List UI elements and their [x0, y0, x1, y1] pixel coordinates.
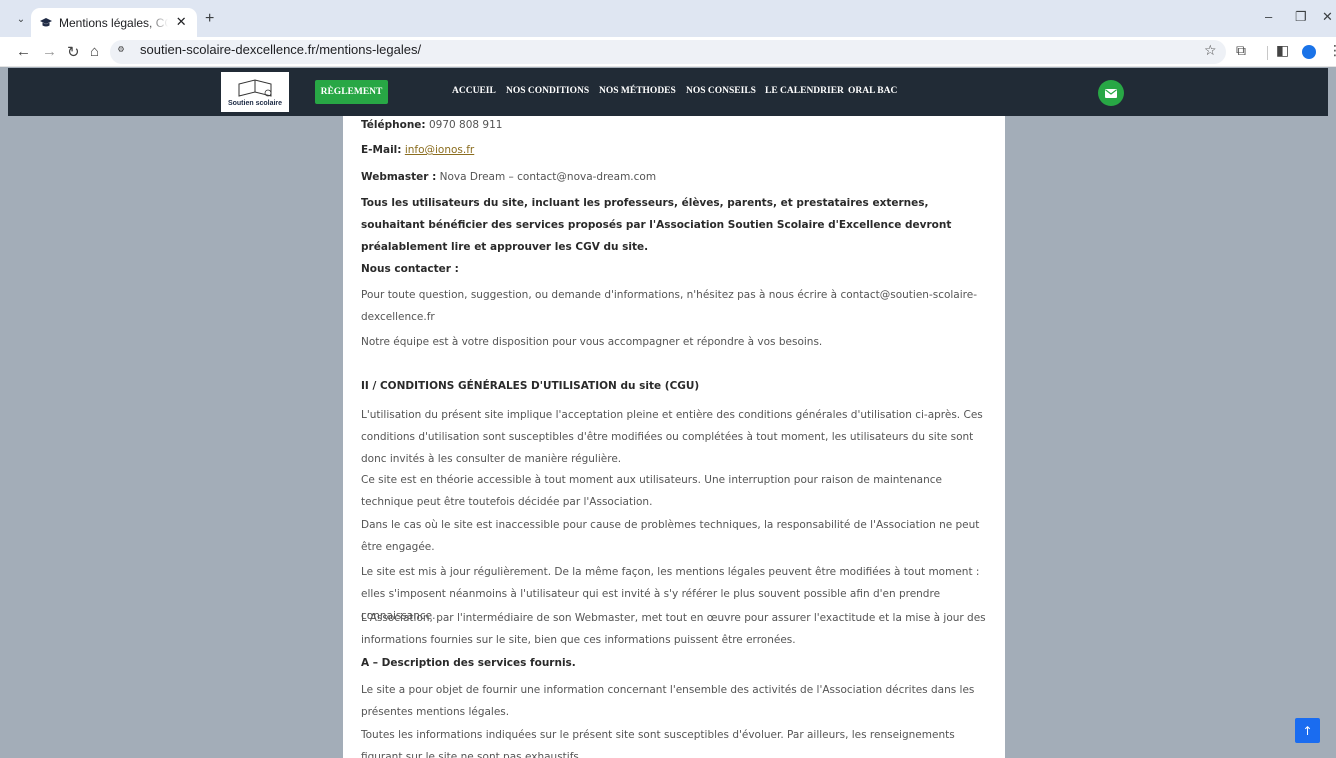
nav-accueil[interactable]: ACCUEIL	[452, 86, 496, 96]
reload-icon[interactable]: ↻	[67, 43, 80, 61]
nav-nos-methodes[interactable]: NOS MÉTHODES	[599, 86, 676, 96]
webmaster-line: Webmaster : Nova Dream – contact@nova-dr…	[361, 166, 991, 188]
minimize-button[interactable]: –	[1265, 9, 1272, 24]
bookmark-star-icon[interactable]: ☆	[1204, 43, 1217, 59]
nav-nos-conditions[interactable]: NOS CONDITIONS	[506, 86, 589, 96]
cgu-paragraph-1: L'utilisation du présent site implique l…	[361, 409, 983, 465]
webmaster-label: Webmaster :	[361, 171, 437, 183]
email-line: E-Mail: info@ionos.fr	[361, 139, 991, 161]
legal-content: Téléphone: 0970 808 911 E-Mail: info@ion…	[343, 116, 1005, 758]
services-paragraph-2: Toutes les informations indiquées sur le…	[361, 729, 955, 758]
services-paragraph-1: Le site a pour objet de fournir une info…	[361, 684, 975, 718]
back-icon[interactable]: ←	[16, 43, 31, 60]
book-logo-icon	[238, 79, 272, 97]
site-info-icon[interactable]: ⚙	[118, 44, 124, 55]
new-tab-button[interactable]: +	[205, 10, 214, 28]
cgu-paragraph-2: Ce site est en théorie accessible à tout…	[361, 474, 942, 508]
browser-toolbar: ← → ↻ ⌂ ⚙ soutien-scolaire-dexcellence.f…	[0, 37, 1336, 67]
services-heading: A – Description des services fournis.	[361, 657, 576, 669]
graduation-cap-icon	[39, 16, 53, 30]
site-logo[interactable]: Soutien scolaire	[221, 72, 289, 112]
tab-title: Mentions légales, CGU et politique	[59, 15, 168, 30]
cgu-paragraph-3: Dans le cas où le site est inaccessible …	[361, 519, 980, 553]
toolbar-divider	[1267, 46, 1268, 60]
scroll-to-top-button[interactable]: ↑	[1295, 718, 1320, 743]
browser-tab-active[interactable]: Mentions légales, CGU et politique ✕	[31, 8, 197, 37]
contact-heading: Nous contacter :	[361, 263, 459, 275]
users-notice: Tous les utilisateurs du site, incluant …	[361, 197, 952, 253]
nav-nos-conseils[interactable]: NOS CONSEILS	[686, 86, 756, 96]
tab-list-button[interactable]: ⌄	[10, 8, 32, 30]
contact-paragraph-2: Notre équipe est à votre disposition pou…	[361, 336, 823, 348]
cgu-paragraph-5: L'Association, par l'intermédiaire de so…	[361, 612, 986, 646]
browser-tabstrip: ⌄ Mentions légales, CGU et politique ✕ +…	[0, 0, 1336, 37]
menu-kebab-icon[interactable]: ⋮	[1328, 43, 1336, 59]
email-link[interactable]: info@ionos.fr	[405, 144, 474, 156]
extensions-icon[interactable]: ⧉	[1236, 43, 1246, 59]
close-window-button[interactable]: ✕	[1322, 9, 1333, 25]
telephone-line: Téléphone: 0970 808 911	[361, 116, 991, 136]
webmaster-value: Nova Dream – contact@nova-dream.com	[439, 171, 657, 183]
side-panel-icon[interactable]: ◧	[1276, 43, 1289, 59]
envelope-icon	[1105, 88, 1117, 98]
arrow-up-icon: ↑	[1302, 723, 1313, 738]
reglement-button[interactable]: RÈGLEMENT	[315, 80, 388, 104]
email-label: E-Mail:	[361, 144, 402, 156]
nav-le-calendrier[interactable]: LE CALENDRIER	[765, 86, 844, 96]
telephone-value: 0970 808 911	[428, 119, 503, 131]
mail-button[interactable]	[1098, 80, 1124, 106]
cgu-heading: II / CONDITIONS GÉNÉRALES D'UTILISATION …	[361, 380, 700, 392]
tab-close-button[interactable]: ✕	[174, 15, 190, 30]
telephone-label: Téléphone:	[361, 119, 426, 131]
contact-paragraph-1: Pour toute question, suggestion, ou dema…	[361, 289, 977, 323]
nav-oral-bac[interactable]: ORAL BAC	[848, 86, 897, 96]
forward-icon[interactable]: →	[42, 43, 57, 60]
home-icon[interactable]: ⌂	[90, 43, 99, 60]
profile-avatar-icon[interactable]	[1302, 45, 1316, 59]
logo-text: Soutien scolaire	[227, 100, 283, 107]
maximize-button[interactable]: ❐	[1295, 9, 1307, 25]
url-text[interactable]: soutien-scolaire-dexcellence.fr/mentions…	[140, 42, 421, 57]
